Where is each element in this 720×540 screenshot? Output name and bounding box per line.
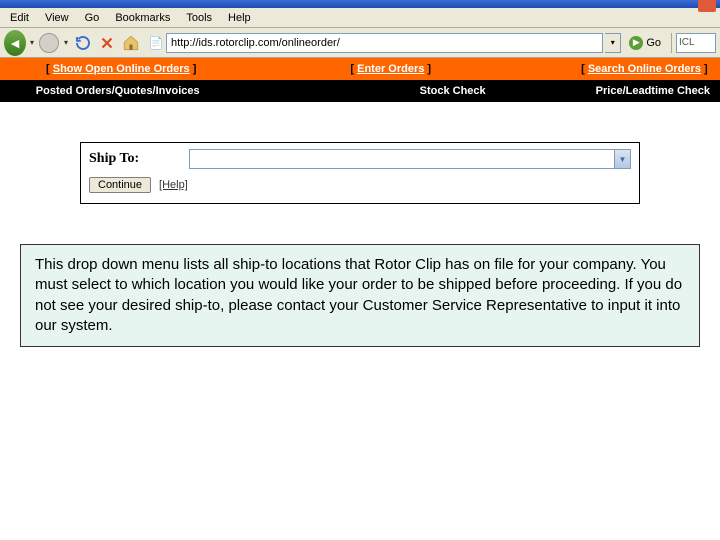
page-icon: 📄 bbox=[148, 35, 164, 51]
menu-bar: Edit View Go Bookmarks Tools Help bbox=[0, 8, 720, 28]
window-close-button[interactable] bbox=[698, 0, 716, 12]
primary-nav: [ Show Open Online Orders ] [ Enter Orde… bbox=[0, 58, 720, 80]
menu-edit[interactable]: Edit bbox=[2, 10, 37, 26]
shipto-label: Ship To: bbox=[89, 151, 179, 167]
toolbar-separator bbox=[671, 33, 672, 53]
stop-button[interactable] bbox=[96, 32, 118, 54]
nav-enter-orders[interactable]: [ Enter Orders ] bbox=[340, 63, 441, 75]
stop-icon bbox=[98, 34, 116, 52]
address-input[interactable] bbox=[166, 33, 603, 53]
instruction-callout: This drop down menu lists all ship-to lo… bbox=[20, 244, 700, 347]
menu-view[interactable]: View bbox=[37, 10, 77, 26]
nav-search-orders[interactable]: [ Search Online Orders ] bbox=[571, 63, 718, 75]
address-bar: 📄 ▾ ▶ Go ICL bbox=[148, 33, 716, 53]
reload-icon bbox=[74, 34, 92, 52]
nav-search-orders-label: Search Online Orders bbox=[588, 63, 701, 75]
back-dropdown-icon[interactable]: ▾ bbox=[28, 38, 36, 47]
reload-button[interactable] bbox=[72, 32, 94, 54]
nav-enter-orders-label: Enter Orders bbox=[357, 63, 424, 75]
menu-bookmarks[interactable]: Bookmarks bbox=[107, 10, 178, 26]
menu-help[interactable]: Help bbox=[220, 10, 259, 26]
nav-stock-check[interactable]: Stock Check bbox=[410, 85, 496, 97]
nav-forward-button[interactable] bbox=[38, 32, 60, 54]
go-icon: ▶ bbox=[629, 36, 643, 50]
shipto-select[interactable]: ▼ bbox=[189, 149, 631, 169]
menu-tools[interactable]: Tools bbox=[178, 10, 220, 26]
nav-show-open-orders-label: Show Open Online Orders bbox=[53, 63, 190, 75]
nav-price-check[interactable]: Price/Leadtime Check bbox=[586, 85, 720, 97]
go-button[interactable]: ▶ Go bbox=[623, 36, 667, 50]
go-label: Go bbox=[646, 37, 661, 49]
forward-dropdown-icon[interactable]: ▾ bbox=[62, 38, 70, 47]
nav-show-open-orders[interactable]: [ Show Open Online Orders ] bbox=[36, 63, 206, 75]
home-button[interactable] bbox=[120, 32, 142, 54]
continue-button[interactable]: Continue bbox=[89, 177, 151, 193]
search-input[interactable]: ICL bbox=[676, 33, 716, 53]
nav-back-button[interactable]: ◄ bbox=[4, 32, 26, 54]
nav-posted-orders[interactable]: Posted Orders/Quotes/Invoices bbox=[26, 85, 210, 97]
chevron-down-icon: ▼ bbox=[614, 150, 630, 168]
window-titlebar bbox=[0, 0, 720, 8]
help-link[interactable]: [Help] bbox=[159, 179, 188, 191]
shipto-form: Ship To: ▼ Continue [Help] bbox=[80, 142, 640, 204]
address-dropdown-button[interactable]: ▾ bbox=[605, 33, 621, 53]
menu-go[interactable]: Go bbox=[77, 10, 108, 26]
toolbar: ◄ ▾ ▾ 📄 ▾ ▶ Go ICL bbox=[0, 28, 720, 58]
home-icon bbox=[122, 34, 140, 52]
secondary-nav: Posted Orders/Quotes/Invoices Stock Chec… bbox=[0, 80, 720, 102]
